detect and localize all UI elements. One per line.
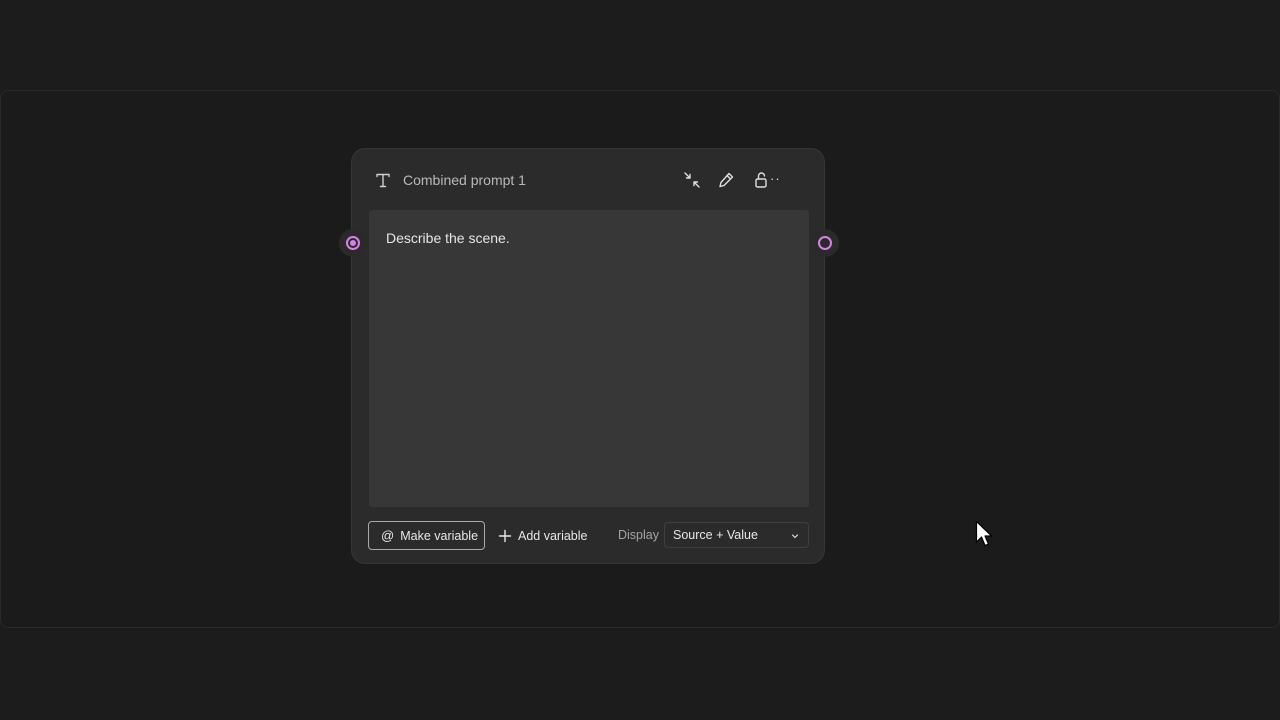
prompt-text[interactable]: Describe the scene. xyxy=(386,230,510,246)
prompt-editor[interactable]: Describe the scene. xyxy=(369,210,809,507)
make-variable-label: Make variable xyxy=(400,528,479,543)
at-icon: @ xyxy=(381,528,395,543)
color-picker-icon[interactable] xyxy=(716,170,736,190)
display-select-value: Source + Value xyxy=(673,528,758,542)
node-title[interactable]: Combined prompt 1 xyxy=(403,171,526,189)
prompt-node[interactable]: Combined prompt 1 ·· Describe the scene.… xyxy=(351,148,825,564)
add-variable-label: Add variable xyxy=(518,528,588,543)
text-type-icon xyxy=(376,173,390,188)
input-port[interactable] xyxy=(339,229,367,257)
node-footer: @ Make variable Add variable Display Sou… xyxy=(352,521,824,551)
output-port[interactable] xyxy=(811,229,839,257)
plus-icon xyxy=(498,529,512,542)
display-label: Display xyxy=(618,528,659,542)
collapse-icon[interactable] xyxy=(682,170,702,190)
chevron-down-icon xyxy=(791,534,799,539)
more-icon[interactable]: ·· xyxy=(770,170,781,188)
make-variable-button[interactable]: @ Make variable xyxy=(368,521,485,550)
unlock-icon[interactable] xyxy=(752,170,772,190)
mouse-cursor-icon xyxy=(975,520,993,547)
output-port-ring xyxy=(818,236,832,250)
input-port-dot xyxy=(350,240,356,246)
node-header: Combined prompt 1 ·· xyxy=(352,149,824,209)
display-select[interactable]: Source + Value xyxy=(664,522,809,548)
add-variable-button[interactable]: Add variable xyxy=(498,521,588,550)
